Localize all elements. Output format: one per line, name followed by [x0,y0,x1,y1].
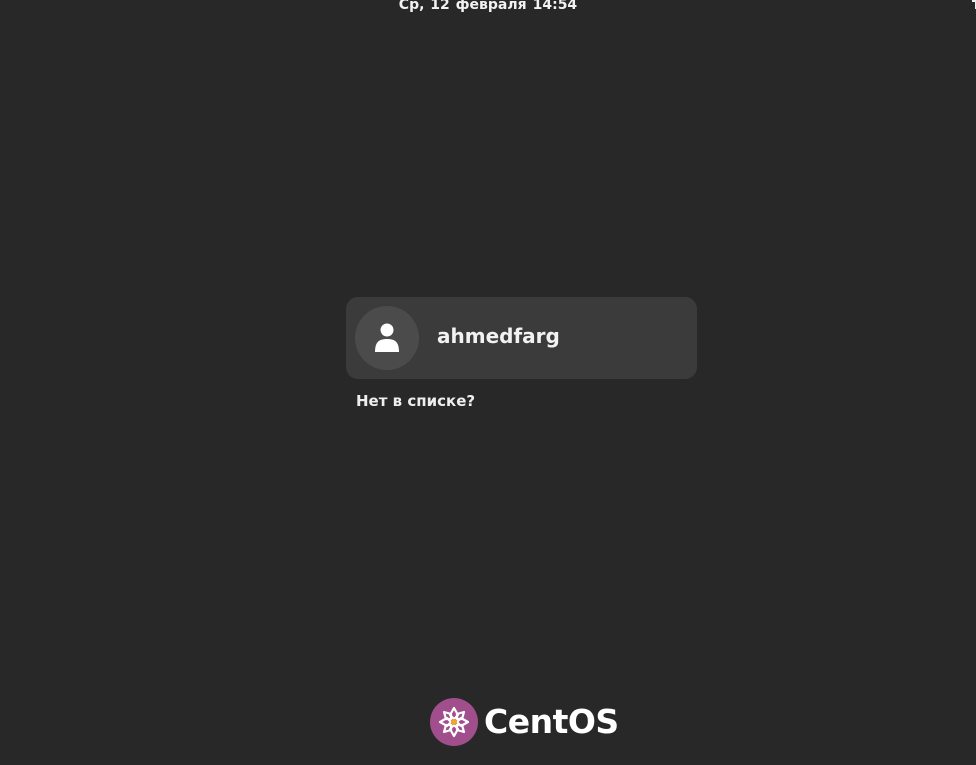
clock[interactable]: Ср, 12 февраля 14:54 [0,0,976,13]
centos-logo-icon [430,698,478,746]
username-label: ahmedfarg [437,324,560,348]
avatar [355,306,419,370]
distro-branding: CentOS [430,698,619,746]
brand-name: CentOS [484,702,619,741]
not-listed-button[interactable]: Нет в списке? [356,392,475,410]
login-screen: Ср, 12 февраля 14:54 ahmedfarg Нет в спис… [0,0,976,765]
user-list-item[interactable]: ahmedfarg [346,297,697,379]
clock-time: 14:54 [532,0,578,13]
clock-date: Ср, 12 февраля [398,0,527,13]
user-silhouette-icon [375,323,399,352]
system-menu-edge-icon[interactable] [972,0,976,10]
top-bar: Ср, 12 февраля 14:54 [0,0,976,16]
